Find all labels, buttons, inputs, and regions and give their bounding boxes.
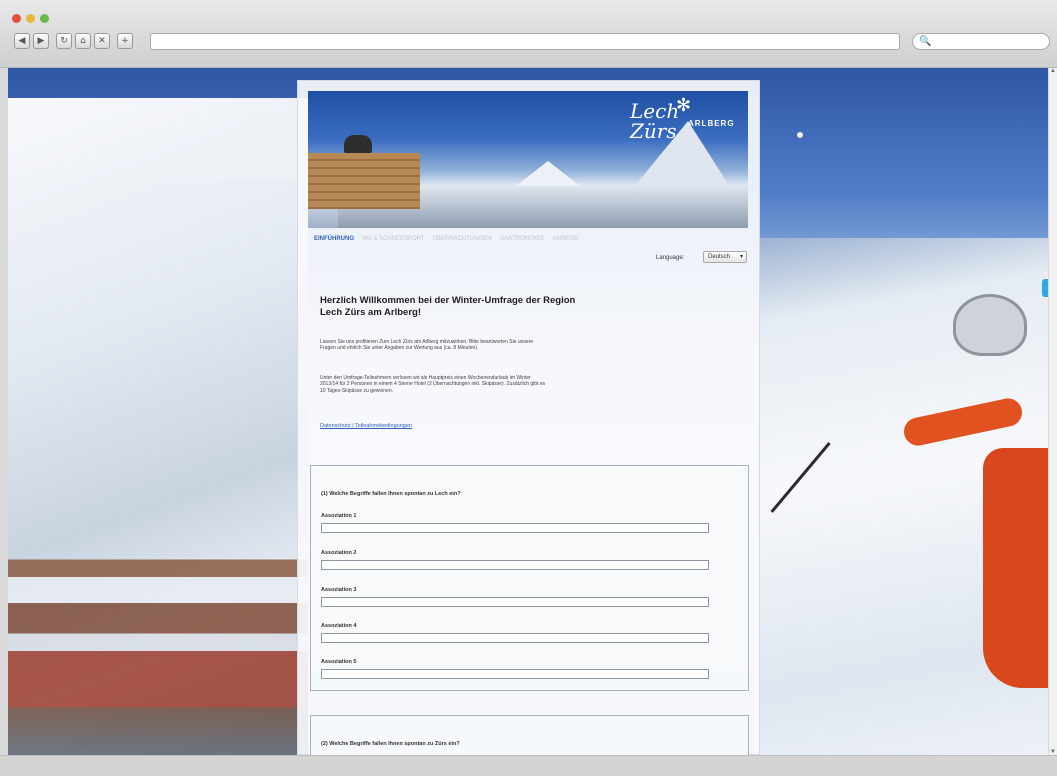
skier-body	[983, 448, 1048, 688]
sun-dot	[797, 132, 803, 138]
window-controls	[12, 14, 49, 23]
add-tab-icon[interactable]: +	[117, 33, 133, 49]
navigation-buttons: ◀ ▶ ↻ ⌂ ✕ +	[14, 33, 133, 49]
association-4-input[interactable]	[321, 633, 709, 643]
tab-ski-schneesport[interactable]: SKI & SCHNEESPORT	[362, 236, 425, 242]
vertical-scrollbar[interactable]: ▲ ▼	[1049, 68, 1057, 755]
association-2-input[interactable]	[321, 560, 709, 570]
background-village	[8, 538, 308, 755]
snowflake-icon: ✻	[676, 95, 692, 116]
tab-einfuehrung[interactable]: EINFÜHRUNG	[314, 236, 354, 242]
home-icon[interactable]: ⌂	[75, 33, 91, 49]
logo-line-lech: Lech	[630, 99, 680, 123]
scroll-up-icon[interactable]: ▲	[1050, 68, 1056, 74]
association-3-label: Assoziation 3	[321, 587, 357, 593]
zoom-window-button[interactable]	[40, 14, 49, 23]
association-5-input[interactable]	[321, 669, 709, 679]
association-4-label: Assoziation 4	[321, 623, 357, 629]
association-1-label: Assoziation 1	[321, 513, 357, 519]
tab-gastronomie[interactable]: GASTRONOMIE	[500, 236, 545, 242]
question-2-title: (2) Welche Begriffe fallen Ihnen spontan…	[321, 741, 460, 747]
association-3-input[interactable]	[321, 597, 709, 607]
stop-icon[interactable]: ✕	[94, 33, 110, 49]
feedback-side-tab[interactable]	[1042, 279, 1048, 297]
reload-icon[interactable]: ↻	[56, 33, 72, 49]
page-viewport: Lech Zürs ✻ ARLBERG EINFÜHRUNG SKI & SCH…	[8, 68, 1048, 755]
status-bar	[0, 755, 1057, 776]
language-label: Language:	[656, 255, 685, 261]
prize-text: Unter den Umfrage-Teilnehmern verlosen w…	[320, 375, 546, 394]
forward-arrow-icon[interactable]: ▶	[33, 33, 49, 49]
association-2-label: Assoziation 2	[321, 550, 357, 556]
back-arrow-icon[interactable]: ◀	[14, 33, 30, 49]
survey-progress-tabs: EINFÜHRUNG SKI & SCHNEESPORT ÜBERNACHTUN…	[314, 236, 579, 242]
skier-helmet	[953, 294, 1027, 356]
address-bar[interactable]	[150, 33, 900, 50]
minimize-window-button[interactable]	[26, 14, 35, 23]
privacy-link[interactable]: Datenschutz / Teilnahmebedingungen	[320, 423, 412, 429]
search-field[interactable]: 🔍	[912, 33, 1050, 50]
close-window-button[interactable]	[12, 14, 21, 23]
chevron-down-icon: ▾	[739, 254, 743, 260]
question-2-box: (2) Welche Begriffe fallen Ihnen spontan…	[310, 715, 749, 755]
browser-toolbar: ◀ ▶ ↻ ⌂ ✕ + 🔍	[0, 0, 1057, 68]
language-selected: Deutsch	[708, 254, 731, 260]
logo-arlberg: ARLBERG	[688, 119, 735, 128]
tab-uebernachtungen[interactable]: ÜBERNACHTUNGEN	[433, 236, 492, 242]
search-icon: 🔍	[919, 36, 932, 47]
logo-line-zuers: Zürs	[630, 119, 677, 143]
tab-anreise[interactable]: ANREISE	[553, 236, 579, 242]
association-5-label: Assoziation 5	[321, 659, 357, 665]
lech-zuers-logo: Lech Zürs	[630, 101, 679, 141]
survey-panel: Lech Zürs ✻ ARLBERG EINFÜHRUNG SKI & SCH…	[297, 80, 760, 755]
welcome-title: Herzlich Willkommen bei der Winter-Umfra…	[320, 295, 576, 318]
question-1-title: (1) Welche Begriffe fallen Ihnen spontan…	[321, 491, 461, 497]
wooden-deck	[308, 153, 420, 209]
header-banner: Lech Zürs ✻ ARLBERG	[308, 91, 748, 228]
language-select[interactable]: Deutsch ▾	[703, 251, 747, 263]
people-silhouette	[344, 135, 372, 153]
association-1-input[interactable]	[321, 523, 709, 533]
question-1-box: (1) Welche Begriffe fallen Ihnen spontan…	[310, 465, 749, 691]
intro-text: Lassen Sie uns profitieren Zum Lech Zürs…	[320, 339, 534, 352]
